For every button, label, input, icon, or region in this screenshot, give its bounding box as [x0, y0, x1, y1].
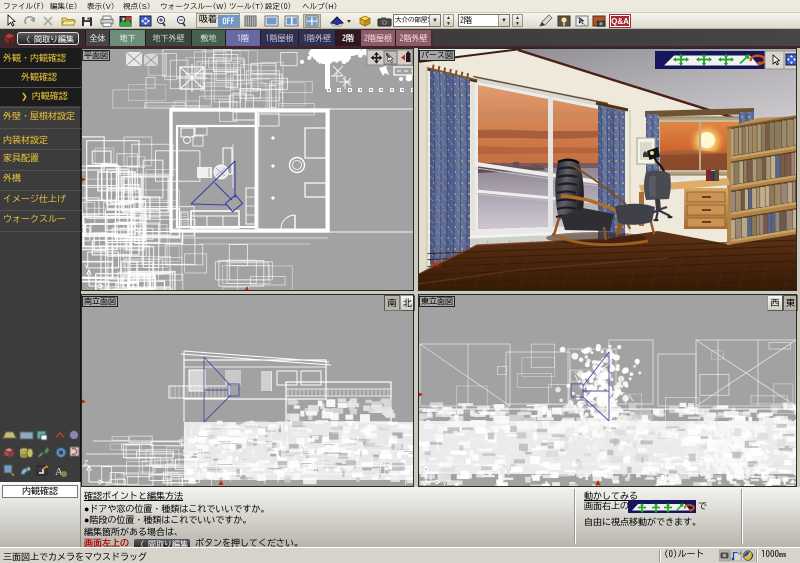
- svg-text:X: X: [105, 480, 110, 487]
- svg-text:Z: Z: [421, 459, 426, 466]
- svg-text:X: X: [105, 284, 110, 291]
- svg-text:Y: Y: [442, 480, 447, 487]
- svg-text:Y: Y: [84, 263, 89, 270]
- svg-text:Z: Z: [84, 459, 89, 466]
- svg-text:14: 14: [737, 551, 742, 556]
